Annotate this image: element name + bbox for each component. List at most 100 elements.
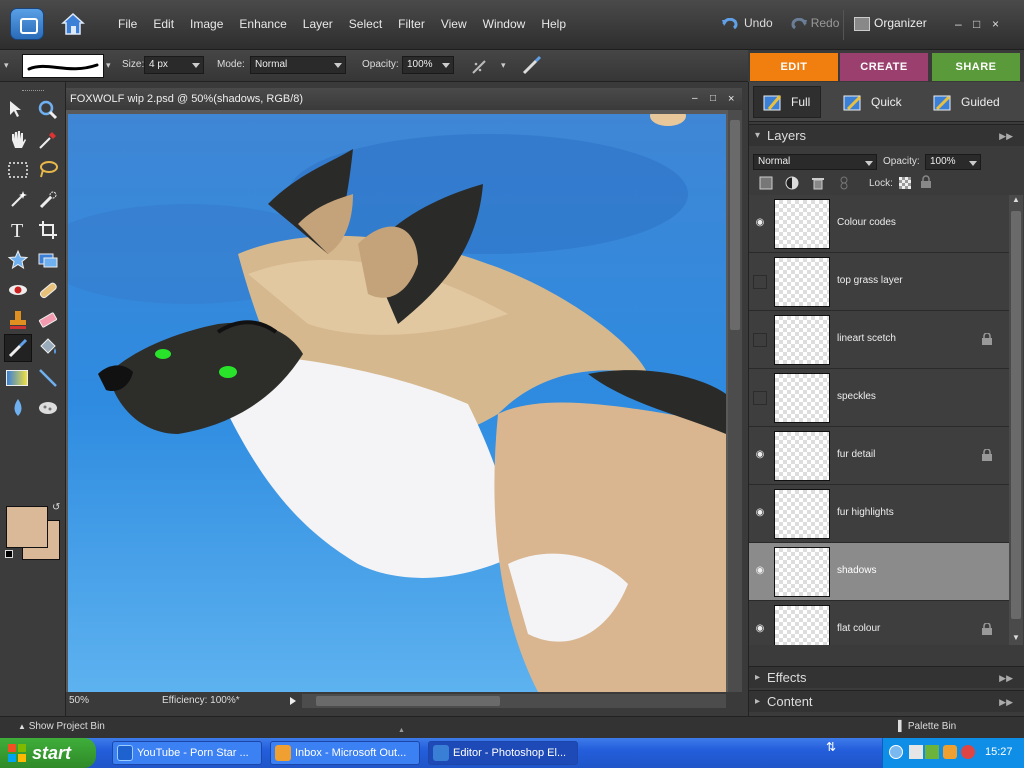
- network-icon[interactable]: [925, 745, 939, 759]
- show-project-bin-button[interactable]: ▲ Show Project Bin: [18, 721, 105, 732]
- canvas-vertical-scrollbar[interactable]: [728, 110, 742, 692]
- eyedropper-tool-icon[interactable]: [36, 128, 60, 152]
- taskbar-item-photoshop[interactable]: Editor - Photoshop El...: [428, 741, 578, 765]
- content-panel-header[interactable]: Content ▶▶: [749, 690, 1024, 713]
- link-layers-icon[interactable]: [839, 176, 849, 190]
- marquee-tool-icon[interactable]: [6, 158, 30, 182]
- scroll-thumb[interactable]: [730, 120, 740, 330]
- doc-minimize-icon[interactable]: –: [692, 88, 698, 110]
- canvas-horizontal-scrollbar[interactable]: [302, 694, 726, 708]
- menu-select[interactable]: Select: [341, 17, 390, 31]
- organizer-button[interactable]: Organizer: [854, 16, 927, 31]
- security-icon[interactable]: [961, 745, 975, 759]
- layer-name[interactable]: flat colour: [837, 623, 880, 634]
- panel-menu-icon[interactable]: ▶▶: [999, 125, 1013, 147]
- size-field[interactable]: 4 px: [144, 56, 204, 74]
- home-icon[interactable]: [60, 10, 86, 38]
- sponge-tool-icon[interactable]: [36, 396, 60, 420]
- type-tool-icon[interactable]: T: [6, 218, 30, 242]
- menu-window[interactable]: Window: [475, 17, 534, 31]
- visibility-eye-icon[interactable]: ◉: [753, 565, 767, 579]
- panel-menu-icon[interactable]: ▶▶: [999, 667, 1013, 689]
- hand-tool-icon[interactable]: [6, 128, 30, 152]
- layer-row[interactable]: speckles: [749, 369, 1009, 427]
- menu-file[interactable]: File: [110, 17, 145, 31]
- panel-menu-icon[interactable]: ▶▶: [999, 691, 1013, 713]
- tool-preset-arrow-icon[interactable]: ▾: [4, 60, 9, 71]
- language-bar-icon[interactable]: ⇅: [826, 740, 836, 754]
- crop-tool-icon[interactable]: [36, 218, 60, 242]
- visibility-eye-icon[interactable]: ◉: [753, 623, 767, 637]
- layer-name[interactable]: fur highlights: [837, 507, 894, 518]
- doc-restore-icon[interactable]: □: [710, 88, 716, 110]
- tablet-settings-icon[interactable]: [520, 55, 542, 77]
- red-eye-tool-icon[interactable]: [6, 278, 30, 302]
- layer-name[interactable]: shadows: [837, 565, 876, 576]
- menu-enhance[interactable]: Enhance: [231, 17, 294, 31]
- new-layer-icon[interactable]: [759, 176, 773, 190]
- zoom-tool-icon[interactable]: [36, 98, 60, 122]
- recompose-tool-icon[interactable]: [36, 248, 60, 272]
- image-canvas[interactable]: [68, 114, 726, 692]
- layer-row[interactable]: ◉ flat colour: [749, 601, 1009, 645]
- menu-view[interactable]: View: [433, 17, 475, 31]
- layer-row[interactable]: ◉ fur detail: [749, 427, 1009, 485]
- status-menu-arrow-icon[interactable]: [290, 697, 296, 705]
- maximize-button[interactable]: □: [973, 17, 980, 31]
- swap-colors-icon[interactable]: ↺: [52, 502, 60, 513]
- lock-all-icon[interactable]: [919, 175, 933, 189]
- minimize-button[interactable]: –: [955, 17, 962, 31]
- bin-resize-grip-icon[interactable]: ▲: [398, 727, 405, 734]
- redo-button[interactable]: Redo: [789, 16, 839, 30]
- taskbar-item-outlook[interactable]: Inbox - Microsoft Out...: [270, 741, 420, 765]
- layer-name[interactable]: speckles: [837, 391, 876, 402]
- brush-preset-picker[interactable]: [22, 54, 104, 78]
- lock-transparency-icon[interactable]: [899, 177, 911, 189]
- taskbar-item-youtube[interactable]: YouTube - Porn Star ...: [112, 741, 262, 765]
- layers-panel-header[interactable]: Layers ▶▶: [749, 124, 1024, 147]
- opacity-field[interactable]: 100%: [402, 56, 454, 74]
- layer-row[interactable]: top grass layer: [749, 253, 1009, 311]
- eraser-tool-icon[interactable]: [36, 308, 60, 332]
- blend-mode-select[interactable]: Normal: [753, 154, 877, 170]
- lasso-tool-icon[interactable]: [36, 158, 60, 182]
- visibility-eye-icon[interactable]: ◉: [753, 507, 767, 521]
- visibility-eye-icon[interactable]: ◉: [753, 449, 767, 463]
- scroll-thumb[interactable]: [316, 696, 500, 706]
- line-tool-icon[interactable]: [36, 366, 60, 390]
- close-button[interactable]: ×: [992, 17, 999, 31]
- brush-tool-icon[interactable]: [6, 336, 30, 360]
- menu-edit[interactable]: Edit: [145, 17, 182, 31]
- clone-stamp-tool-icon[interactable]: [6, 308, 30, 332]
- brush-dropdown-arrow-icon[interactable]: ▾: [106, 60, 111, 71]
- tab-full-edit[interactable]: Full: [763, 90, 810, 118]
- menu-help[interactable]: Help: [533, 17, 574, 31]
- airbrush-icon[interactable]: [470, 56, 490, 76]
- menu-filter[interactable]: Filter: [390, 17, 433, 31]
- default-colors-icon[interactable]: [5, 550, 13, 558]
- menu-image[interactable]: Image: [182, 17, 231, 31]
- layer-name[interactable]: lineart scetch: [837, 333, 896, 344]
- paint-bucket-tool-icon[interactable]: [36, 336, 60, 360]
- tab-share[interactable]: SHARE: [932, 53, 1020, 81]
- tab-guided-edit[interactable]: Guided: [933, 90, 1000, 118]
- visibility-eye-icon[interactable]: ◉: [753, 217, 767, 231]
- tab-quick-edit[interactable]: Quick: [843, 90, 902, 118]
- doc-close-icon[interactable]: ×: [728, 88, 734, 110]
- layer-name[interactable]: Colour codes: [837, 217, 896, 228]
- layer-row[interactable]: ◉ shadows: [749, 543, 1009, 601]
- scroll-down-icon[interactable]: ▼: [1012, 633, 1020, 642]
- undo-button[interactable]: Undo: [722, 16, 773, 30]
- menu-layer[interactable]: Layer: [295, 17, 341, 31]
- brush-settings-arrow-icon[interactable]: ▾: [501, 60, 506, 71]
- tab-create[interactable]: CREATE: [840, 53, 928, 81]
- palette-bin-button[interactable]: ▌ Palette Bin: [898, 721, 956, 732]
- adjustment-layer-icon[interactable]: [785, 176, 801, 190]
- mode-select[interactable]: Normal: [250, 56, 346, 74]
- visibility-toggle[interactable]: [753, 391, 767, 405]
- zoom-level[interactable]: 50%: [69, 692, 89, 710]
- scroll-thumb[interactable]: [1011, 211, 1021, 619]
- start-button[interactable]: start: [0, 738, 96, 768]
- layers-scrollbar[interactable]: ▲ ▼: [1009, 195, 1023, 645]
- layer-name[interactable]: fur detail: [837, 449, 875, 460]
